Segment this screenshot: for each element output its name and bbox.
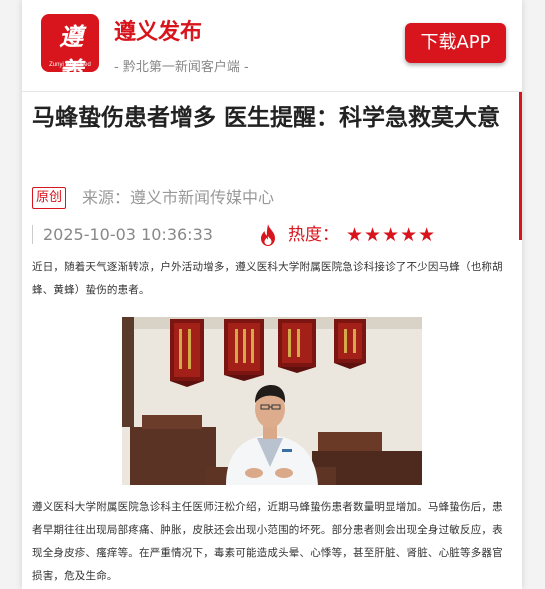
zunyi-logo-icon[interactable]: 遵義 Zunyi Released: [41, 14, 99, 72]
logo-calligraphy: 遵義: [59, 22, 83, 72]
app-subtitle: - 黔北第一新闻客户端 -: [114, 60, 249, 75]
date-divider: [32, 225, 33, 244]
logo-english-text: Zunyi Released: [49, 62, 91, 68]
header-divider: [22, 91, 522, 92]
app-title: 遵义发布: [114, 20, 203, 45]
article-source: 来源：遵义市新闻传媒中心: [82, 188, 275, 207]
app-header: 遵義 Zunyi Released 遵义发布 - 黔北第一新闻客户端 - 下载A…: [22, 0, 522, 92]
article-page: 遵義 Zunyi Released 遵义发布 - 黔北第一新闻客户端 - 下载A…: [22, 0, 522, 589]
article-photo[interactable]: [122, 317, 422, 485]
original-badge: 原创: [32, 187, 67, 209]
heat-stars: ★★★★★: [346, 224, 437, 246]
accent-bar: [519, 92, 522, 240]
heat-label: 热度：: [288, 225, 339, 245]
article-paragraph-2: 遵义医科大学附属医院急诊科主任医师汪松介绍，近期马蜂蛰伤患者数量明显增加。马蜂蛰…: [32, 501, 503, 582]
article-headline: 马蜂蛰伤患者增多 医生提醒：科学急救莫大意: [32, 105, 501, 131]
date-heat-row: 2025-10-03 10:36:33 热度： ★★★★★: [32, 222, 510, 248]
publish-date: 2025-10-03 10:36:33: [43, 225, 213, 244]
article-paragraph: 近日，随着天气逐渐转凉，户外活动增多，遵义医科大学附属医院急诊科接诊了不少因马蜂…: [32, 261, 503, 296]
download-app-button[interactable]: 下载APP: [405, 23, 506, 63]
fire-icon: [261, 224, 275, 246]
doctor-photo-illustration: [122, 317, 422, 485]
